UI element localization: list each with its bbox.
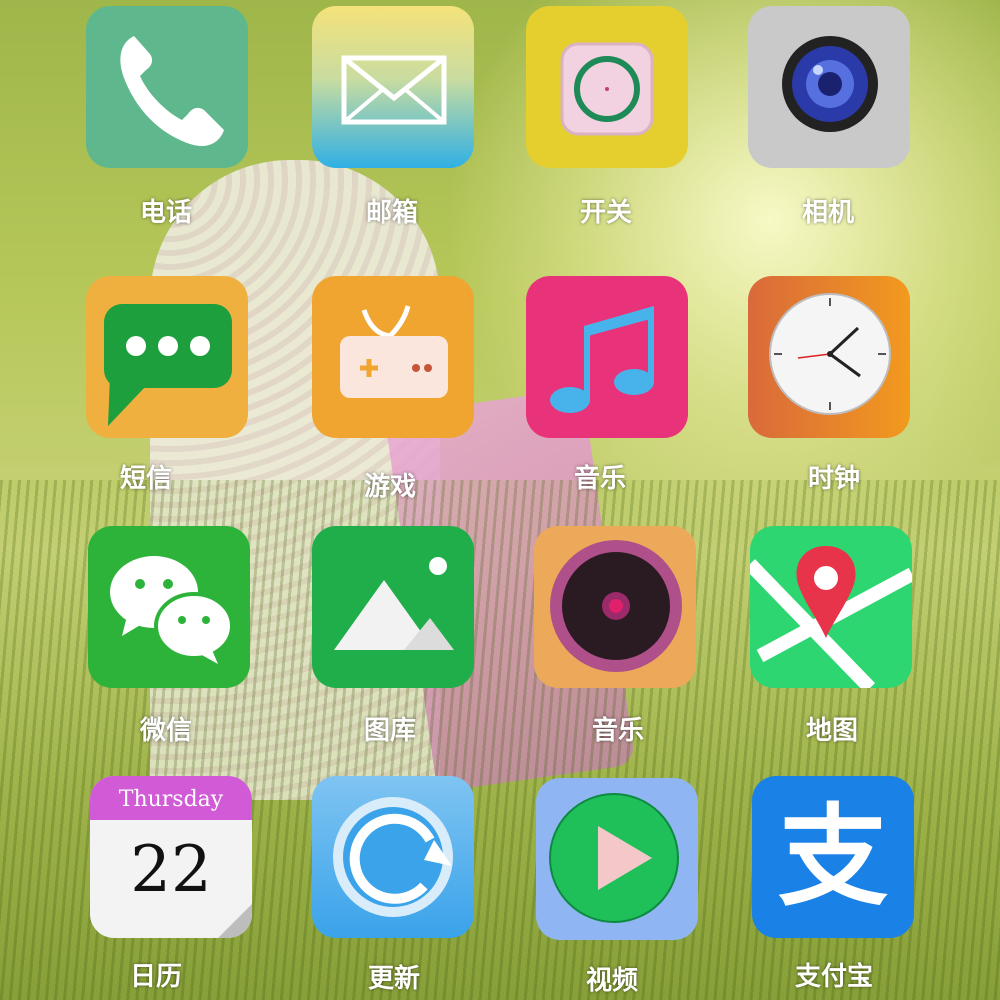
- power-switch-icon: [560, 42, 654, 136]
- map-pin-icon: [750, 546, 912, 688]
- envelope-icon: [341, 55, 447, 125]
- games-app-label: 游戏: [363, 472, 416, 502]
- wechat-bubbles-icon: [110, 556, 234, 664]
- chat-bubble-icon: [104, 304, 232, 426]
- music2-app-label: 音乐: [591, 716, 644, 746]
- video-app-icon[interactable]: [536, 778, 698, 940]
- refresh-arrow-icon: [333, 797, 453, 917]
- maps-app-icon[interactable]: [750, 526, 912, 688]
- clock-app-icon[interactable]: [748, 276, 910, 438]
- camera-lens-icon: [782, 36, 878, 132]
- music-app-label: 音乐: [573, 464, 626, 494]
- camera-app-icon[interactable]: [748, 6, 910, 168]
- mail-app-icon[interactable]: [312, 6, 474, 168]
- music2-app-icon[interactable]: [534, 526, 696, 688]
- switch-app-label: 开关: [579, 198, 632, 228]
- sms-app-icon[interactable]: [86, 276, 248, 438]
- camera-app-label: 相机: [801, 198, 854, 228]
- clock-face-icon: [769, 293, 891, 415]
- games-app-icon[interactable]: [312, 276, 474, 438]
- phone-app-label: 电话: [139, 198, 192, 228]
- sms-app-label: 短信: [119, 464, 172, 494]
- video-app-label: 视频: [585, 966, 638, 996]
- phone-handset-icon: [120, 36, 224, 147]
- mail-app-label: 邮箱: [365, 198, 418, 228]
- update-app-label: 更新: [367, 964, 420, 994]
- maps-app-label: 地图: [805, 716, 858, 746]
- alipay-glyph: 支: [778, 793, 888, 921]
- play-icon: [549, 793, 679, 923]
- speaker-icon: [550, 540, 682, 672]
- wechat-app-icon[interactable]: [88, 526, 250, 688]
- phone-app-icon[interactable]: [86, 6, 248, 168]
- calendar-weekday-band: Thursday: [90, 776, 252, 820]
- clock-app-label: 时钟: [807, 464, 860, 494]
- gallery-app-icon[interactable]: [312, 526, 474, 688]
- mountain-picture-icon: [334, 557, 454, 650]
- switch-app-icon[interactable]: [526, 6, 688, 168]
- gallery-app-label: 图库: [363, 716, 416, 746]
- alipay-app-label: 支付宝: [794, 962, 873, 992]
- music-note-icon: [550, 306, 654, 413]
- calendar-app-label: 日历: [129, 962, 182, 992]
- wechat-app-label: 微信: [139, 716, 192, 746]
- gamepad-icon: [340, 305, 448, 398]
- calendar-app-icon[interactable]: Thursday 22: [90, 776, 252, 938]
- calendar-page-curl: [218, 904, 252, 938]
- alipay-app-icon[interactable]: 支: [752, 776, 914, 938]
- music-app-icon[interactable]: [526, 276, 688, 438]
- update-app-icon[interactable]: [312, 776, 474, 938]
